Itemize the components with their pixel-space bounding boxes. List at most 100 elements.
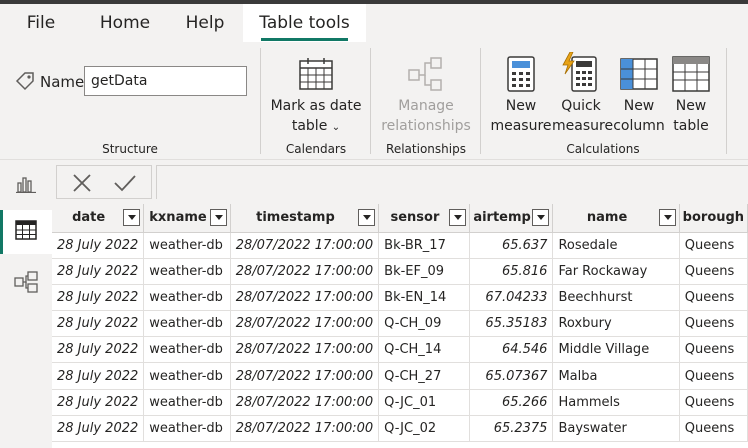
cell-sensor[interactable]: Q-JC_01 <box>378 389 470 416</box>
cell-date[interactable]: 28 July 2022 <box>52 310 145 338</box>
menu-table-tools[interactable]: Table tools <box>243 4 366 42</box>
column-header-name[interactable]: name <box>552 204 680 233</box>
cell-kxname[interactable]: weather-db <box>143 336 231 364</box>
report-view-button[interactable] <box>0 164 52 208</box>
column-header-airtemp[interactable]: airtemp <box>469 204 554 233</box>
table-row[interactable]: 28 July 2022 weather-db 28/07/2022 17:00:0… <box>52 284 748 312</box>
cell-date[interactable]: 28 July 2022 <box>52 336 145 364</box>
cell-borough[interactable]: Queens <box>679 415 748 443</box>
cell-borough[interactable]: Queens <box>679 258 748 285</box>
cell-sensor[interactable]: Q-CH_14 <box>378 336 470 364</box>
column-header-sensor[interactable]: sensor <box>378 204 470 233</box>
filter-dropdown-icon[interactable] <box>448 209 466 226</box>
cell-sensor[interactable]: Bk-EF_09 <box>378 258 470 285</box>
table-row[interactable]: 28 July 2022 weather-db 28/07/2022 17:00:0… <box>52 232 748 259</box>
cell-kxname[interactable]: weather-db <box>143 415 231 443</box>
cell-sensor[interactable]: Q-JC_02 <box>378 415 470 443</box>
table-row[interactable]: 28 July 2022 weather-db 28/07/2022 17:00:0… <box>52 336 748 364</box>
cell-name[interactable]: Rosedale <box>552 232 680 259</box>
column-header-date[interactable]: date <box>52 204 145 233</box>
model-view-button[interactable] <box>0 262 52 306</box>
cell-timestamp[interactable]: 28/07/2022 17:00:00 <box>230 415 380 443</box>
manage-relationships-button[interactable]: Manage relationships <box>376 50 476 140</box>
calculator-icon <box>506 56 536 92</box>
checkmark-icon[interactable] <box>113 172 137 194</box>
cell-airtemp[interactable]: 65.2375 <box>469 415 554 443</box>
cell-name[interactable]: Bayswater <box>552 415 680 443</box>
filter-dropdown-icon[interactable] <box>658 209 676 226</box>
cell-sensor[interactable]: Q-CH_09 <box>378 310 470 338</box>
column-header-timestamp[interactable]: timestamp <box>230 204 380 233</box>
cell-date[interactable]: 28 July 2022 <box>52 258 145 285</box>
cell-date[interactable]: 28 July 2022 <box>52 415 145 443</box>
cell-timestamp[interactable]: 28/07/2022 17:00:00 <box>230 389 380 416</box>
cell-kxname[interactable]: weather-db <box>143 362 231 390</box>
table-row[interactable]: 28 July 2022 weather-db 28/07/2022 17:00:0… <box>52 310 748 338</box>
close-icon[interactable] <box>71 172 93 194</box>
cell-borough[interactable]: Queens <box>679 336 748 364</box>
menu-help[interactable]: Help <box>176 4 234 42</box>
cell-name[interactable]: Far Rockaway <box>552 258 680 285</box>
cell-date[interactable]: 28 July 2022 <box>52 362 145 390</box>
column-header-kxname[interactable]: kxname <box>143 204 231 233</box>
table-row[interactable]: 28 July 2022 weather-db 28/07/2022 17:00:0… <box>52 362 748 390</box>
cell-timestamp[interactable]: 28/07/2022 17:00:00 <box>230 362 380 390</box>
cell-airtemp[interactable]: 65.35183 <box>469 310 554 338</box>
cell-kxname[interactable]: weather-db <box>143 232 231 259</box>
cell-timestamp[interactable]: 28/07/2022 17:00:00 <box>230 336 380 364</box>
cell-borough[interactable]: Queens <box>679 389 748 416</box>
cell-kxname[interactable]: weather-db <box>143 310 231 338</box>
cell-airtemp[interactable]: 65.266 <box>469 389 554 416</box>
cell-name[interactable]: Hammels <box>552 389 680 416</box>
cell-date[interactable]: 28 July 2022 <box>52 284 145 312</box>
cell-sensor[interactable]: Bk-EN_14 <box>378 284 470 312</box>
filter-dropdown-icon[interactable] <box>532 209 550 226</box>
cell-airtemp[interactable]: 65.816 <box>469 258 554 285</box>
new-table-button[interactable]: New table <box>666 50 716 140</box>
mark-as-date-label-2-text: table <box>291 118 328 134</box>
cell-timestamp[interactable]: 28/07/2022 17:00:00 <box>230 284 380 312</box>
column-header-label: timestamp <box>256 210 335 226</box>
cell-borough[interactable]: Queens <box>679 310 748 338</box>
new-measure-button[interactable]: New measure <box>490 50 552 140</box>
cell-name[interactable]: Roxbury <box>552 310 680 338</box>
cell-airtemp[interactable]: 64.546 <box>469 336 554 364</box>
cell-kxname[interactable]: weather-db <box>143 258 231 285</box>
cell-borough[interactable]: Queens <box>679 232 748 259</box>
cell-sensor[interactable]: Q-CH_27 <box>378 362 470 390</box>
data-view-button[interactable] <box>0 210 52 254</box>
menu-home[interactable]: Home <box>90 4 160 42</box>
new-column-icon <box>620 58 658 90</box>
table-row[interactable]: 28 July 2022 weather-db 28/07/2022 17:00:0… <box>52 415 748 443</box>
table-name-input[interactable] <box>84 66 247 96</box>
cell-name[interactable]: Beechhurst <box>552 284 680 312</box>
table-row[interactable]: 28 July 2022 weather-db 28/07/2022 17:00:0… <box>52 389 748 416</box>
cell-name[interactable]: Middle Village <box>552 336 680 364</box>
column-header-borough[interactable]: borough <box>679 204 748 233</box>
cell-sensor[interactable]: Bk-BR_17 <box>378 232 470 259</box>
cell-timestamp[interactable]: 28/07/2022 17:00:00 <box>230 310 380 338</box>
cell-airtemp[interactable]: 65.07367 <box>469 362 554 390</box>
filter-dropdown-icon[interactable] <box>123 209 141 226</box>
filter-dropdown-icon[interactable] <box>358 209 376 226</box>
mark-as-date-label-2: table ⌄ <box>266 116 366 138</box>
table-row[interactable]: 28 July 2022 weather-db 28/07/2022 17:00:0… <box>52 258 748 285</box>
cell-timestamp[interactable]: 28/07/2022 17:00:00 <box>230 232 380 259</box>
quick-measure-button[interactable]: Quick measure <box>552 50 613 140</box>
cell-airtemp[interactable]: 67.04233 <box>469 284 554 312</box>
cell-date[interactable]: 28 July 2022 <box>52 389 145 416</box>
cell-name[interactable]: Malba <box>552 362 680 390</box>
cell-date[interactable]: 28 July 2022 <box>52 232 145 259</box>
formula-input[interactable] <box>156 165 748 199</box>
new-column-button[interactable]: New column <box>612 50 666 140</box>
new-table-label-2: table <box>673 118 709 134</box>
cell-timestamp[interactable]: 28/07/2022 17:00:00 <box>230 258 380 285</box>
menu-file[interactable]: File <box>14 4 68 42</box>
cell-airtemp[interactable]: 65.637 <box>469 232 554 259</box>
filter-dropdown-icon[interactable] <box>209 209 227 226</box>
mark-as-date-table-button[interactable]: Mark as date table ⌄ <box>266 50 366 140</box>
cell-borough[interactable]: Queens <box>679 362 748 390</box>
cell-kxname[interactable]: weather-db <box>143 284 231 312</box>
cell-kxname[interactable]: weather-db <box>143 389 231 416</box>
cell-borough[interactable]: Queens <box>679 284 748 312</box>
